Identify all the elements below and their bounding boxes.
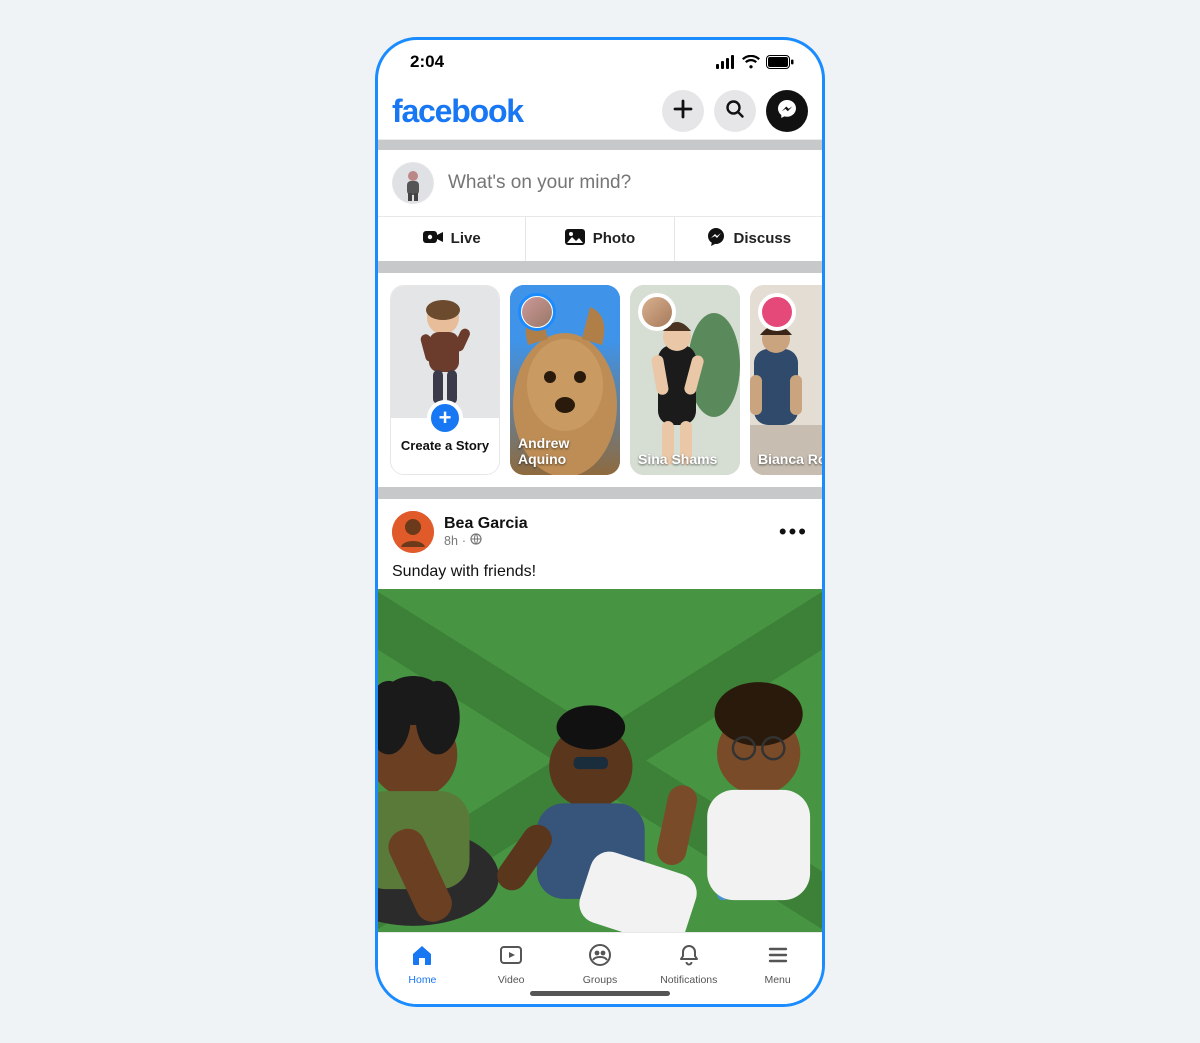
nav-menu-label: Menu bbox=[764, 974, 790, 986]
divider bbox=[378, 261, 822, 273]
post-image[interactable] bbox=[378, 589, 822, 932]
app-header: facebook bbox=[378, 84, 822, 140]
video-icon bbox=[499, 943, 523, 970]
nav-home[interactable]: Home bbox=[378, 943, 467, 986]
divider bbox=[378, 140, 822, 150]
divider bbox=[378, 487, 822, 499]
wifi-icon bbox=[742, 55, 760, 69]
plus-icon: + bbox=[427, 400, 463, 436]
battery-icon bbox=[766, 55, 794, 69]
live-button[interactable]: Live bbox=[378, 217, 525, 261]
nav-home-label: Home bbox=[408, 974, 436, 986]
groups-icon bbox=[588, 943, 612, 970]
stories-row[interactable]: + Create a Story Andrew Aquino Sina Sham… bbox=[378, 273, 822, 487]
globe-icon bbox=[470, 533, 482, 548]
nav-video[interactable]: Video bbox=[467, 943, 556, 986]
live-icon bbox=[423, 229, 443, 249]
status-time: 2:04 bbox=[410, 52, 444, 72]
story-card[interactable]: Andrew Aquino bbox=[510, 285, 620, 475]
facebook-logo: facebook bbox=[392, 93, 523, 130]
discuss-label: Discuss bbox=[734, 230, 792, 247]
search-icon bbox=[725, 99, 745, 124]
post-author-name[interactable]: Bea Garcia bbox=[444, 515, 528, 533]
story-avatar bbox=[518, 293, 556, 331]
feed-post: Bea Garcia 8h · ••• Sunday with friends! bbox=[378, 499, 822, 932]
plus-icon bbox=[673, 99, 693, 124]
nav-notifications[interactable]: Notifications bbox=[644, 943, 733, 986]
photo-label: Photo bbox=[593, 230, 636, 247]
nav-groups[interactable]: Groups bbox=[556, 943, 645, 986]
composer bbox=[378, 150, 822, 217]
self-avatar[interactable] bbox=[392, 162, 434, 204]
home-icon bbox=[410, 943, 434, 970]
menu-icon bbox=[766, 943, 790, 970]
search-button[interactable] bbox=[714, 90, 756, 132]
composer-input[interactable] bbox=[448, 172, 808, 194]
phone-frame: 2:04 facebook bbox=[375, 37, 825, 1007]
create-story-card[interactable]: + Create a Story bbox=[390, 285, 500, 475]
photo-button[interactable]: Photo bbox=[525, 217, 673, 261]
discuss-button[interactable]: Discuss bbox=[674, 217, 822, 261]
story-avatar bbox=[638, 293, 676, 331]
post-author-avatar[interactable] bbox=[392, 511, 434, 553]
cellular-icon bbox=[716, 55, 736, 69]
home-indicator[interactable] bbox=[530, 991, 670, 996]
story-avatar bbox=[758, 293, 796, 331]
messenger-button[interactable] bbox=[766, 90, 808, 132]
nav-video-label: Video bbox=[498, 974, 525, 986]
post-menu-button[interactable]: ••• bbox=[779, 519, 808, 545]
status-bar: 2:04 bbox=[378, 40, 822, 84]
story-name: Bianca Romu bbox=[758, 451, 822, 467]
story-card[interactable]: Sina Shams bbox=[630, 285, 740, 475]
live-label: Live bbox=[451, 230, 481, 247]
post-text: Sunday with friends! bbox=[378, 553, 822, 589]
story-name: Andrew Aquino bbox=[518, 435, 612, 467]
photo-icon bbox=[565, 229, 585, 249]
bell-icon bbox=[677, 943, 701, 970]
nav-menu[interactable]: Menu bbox=[733, 943, 822, 986]
nav-notifications-label: Notifications bbox=[660, 974, 717, 986]
chat-icon bbox=[706, 228, 726, 250]
post-age: 8h bbox=[444, 534, 458, 548]
composer-actions: Live Photo Discuss bbox=[378, 217, 822, 261]
messenger-icon bbox=[777, 99, 797, 124]
create-post-button[interactable] bbox=[662, 90, 704, 132]
story-name: Sina Shams bbox=[638, 451, 732, 467]
story-card[interactable]: Bianca Romu bbox=[750, 285, 822, 475]
post-meta: 8h · bbox=[444, 533, 528, 548]
nav-groups-label: Groups bbox=[583, 974, 617, 986]
